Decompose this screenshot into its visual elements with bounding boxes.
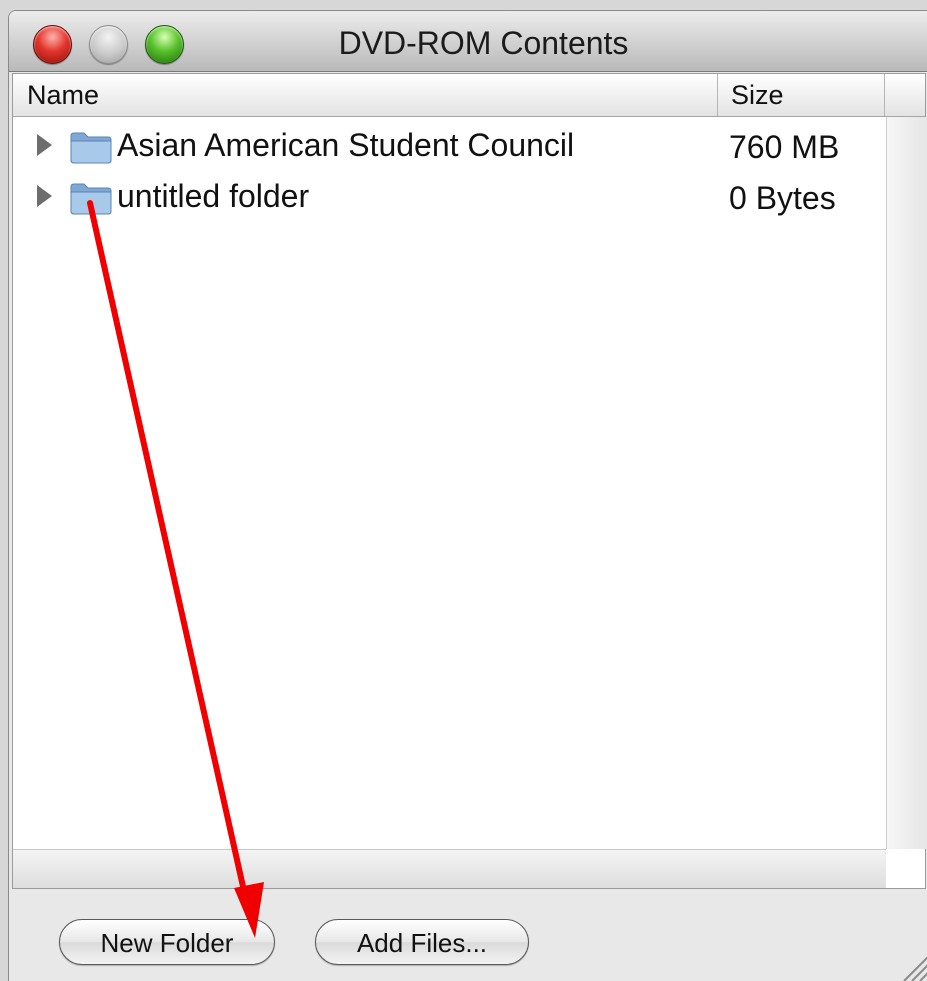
dvd-rom-window: DVD-ROM Contents Name Size Asian America… (8, 10, 927, 981)
item-size: 0 Bytes (729, 180, 836, 216)
file-list[interactable]: Name Size Asian American Student Council… (12, 73, 926, 889)
resize-grip-icon[interactable] (894, 947, 927, 981)
item-size: 760 MB (729, 129, 840, 165)
bottom-toolbar: New Folder Add Files... (9, 889, 927, 981)
item-name: untitled folder (117, 178, 310, 214)
disclosure-triangle-icon[interactable] (37, 134, 52, 156)
window-title: DVD-ROM Contents (338, 25, 629, 61)
column-header-size[interactable]: Size (719, 74, 885, 116)
column-header-name[interactable]: Name (13, 74, 718, 116)
list-item[interactable]: Asian American Student Council 760 MB (13, 122, 886, 172)
folder-icon (70, 132, 112, 164)
disclosure-triangle-icon[interactable] (37, 185, 52, 207)
folder-icon (70, 183, 112, 215)
new-folder-button[interactable]: New Folder (59, 919, 275, 965)
vertical-scrollbar[interactable] (886, 117, 926, 849)
column-header: Name Size (13, 74, 925, 117)
column-header-spacer (886, 74, 925, 116)
title-bar[interactable]: DVD-ROM Contents (9, 11, 927, 72)
add-files-button[interactable]: Add Files... (315, 919, 529, 965)
list-item[interactable]: untitled folder 0 Bytes (13, 173, 886, 223)
horizontal-scrollbar[interactable] (13, 849, 886, 888)
item-name: Asian American Student Council (117, 127, 575, 163)
